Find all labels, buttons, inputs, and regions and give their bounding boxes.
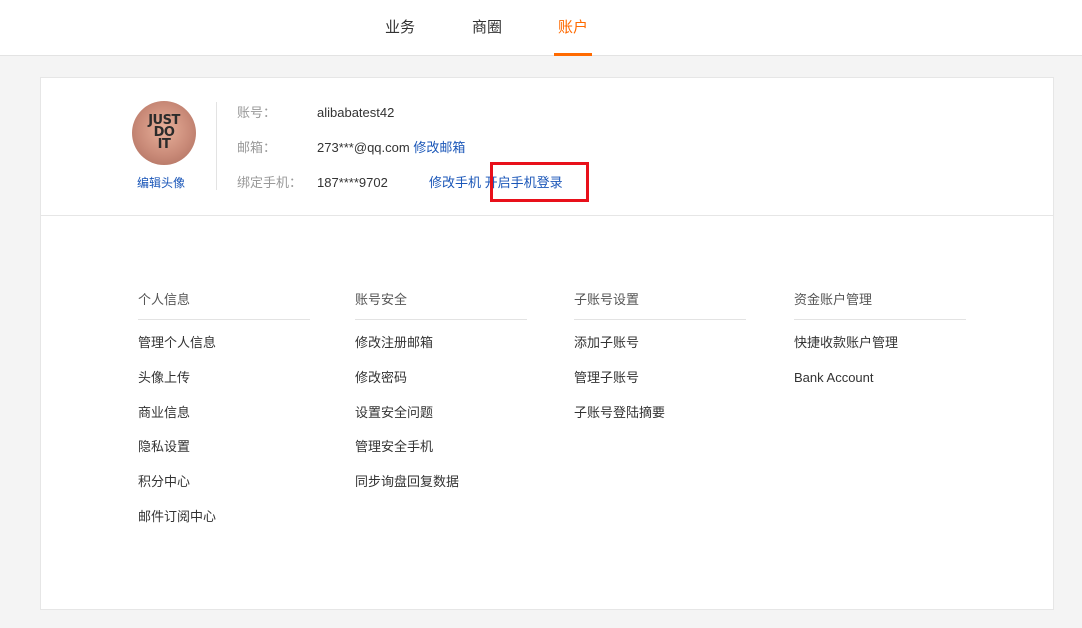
email-label: 邮箱： bbox=[237, 140, 277, 155]
account-row: 账号： alibabatest42 bbox=[237, 103, 394, 123]
divider bbox=[216, 102, 217, 190]
section-title: 个人信息 bbox=[138, 288, 310, 320]
menu-item-change-email[interactable]: 修改注册邮箱 bbox=[355, 326, 527, 361]
tab-business[interactable]: 业务 bbox=[385, 16, 415, 56]
menu-item-security-phone[interactable]: 管理安全手机 bbox=[355, 430, 527, 465]
section-title: 账号安全 bbox=[355, 288, 527, 320]
avatar[interactable]: JUST DO IT bbox=[132, 101, 196, 165]
menu-item-business-info[interactable]: 商业信息 bbox=[138, 396, 310, 431]
edit-avatar-link[interactable]: 编辑头像 bbox=[137, 174, 185, 191]
menu-item-manage-personal-info[interactable]: 管理个人信息 bbox=[138, 326, 310, 361]
menu-item-manage-sub-accounts[interactable]: 管理子账号 bbox=[574, 361, 746, 396]
menu-item-privacy-settings[interactable]: 隐私设置 bbox=[138, 430, 310, 465]
tab-business-circle[interactable]: 商圈 bbox=[472, 16, 502, 56]
section-sub-accounts: 子账号设置 添加子账号 管理子账号 子账号登陆摘要 bbox=[574, 288, 746, 430]
edit-phone-link[interactable]: 修改手机 bbox=[429, 175, 481, 190]
section-title: 资金账户管理 bbox=[794, 288, 966, 320]
menu-item-sub-account-login-summary[interactable]: 子账号登陆摘要 bbox=[574, 396, 746, 431]
section-title: 子账号设置 bbox=[574, 288, 746, 320]
section-account-security: 账号安全 修改注册邮箱 修改密码 设置安全问题 管理安全手机 同步询盘回复数据 bbox=[355, 288, 527, 500]
menu-item-avatar-upload[interactable]: 头像上传 bbox=[138, 361, 310, 396]
account-label: 账号： bbox=[237, 105, 277, 120]
menu-item-security-questions[interactable]: 设置安全问题 bbox=[355, 396, 527, 431]
menu-item-sync-inquiry[interactable]: 同步询盘回复数据 bbox=[355, 465, 527, 500]
tab-account[interactable]: 账户 bbox=[553, 16, 593, 56]
section-funds-account: 资金账户管理 快捷收款账户管理 Bank Account bbox=[794, 288, 966, 396]
edit-email-link[interactable]: 修改邮箱 bbox=[413, 140, 465, 155]
phone-value: 187****9702 bbox=[317, 175, 388, 190]
menu-item-quick-payment-account[interactable]: 快捷收款账户管理 bbox=[794, 326, 966, 361]
menu-item-bank-account[interactable]: Bank Account bbox=[794, 361, 966, 396]
phone-label: 绑定手机： bbox=[237, 175, 303, 190]
menu-item-points-center[interactable]: 积分中心 bbox=[138, 465, 310, 500]
menu-item-mail-subscription[interactable]: 邮件订阅中心 bbox=[138, 500, 310, 535]
highlight-box bbox=[490, 162, 589, 202]
account-card: JUST DO IT 编辑头像 账号： alibabatest42 邮箱： 273***… bbox=[40, 77, 1054, 610]
menu-item-change-password[interactable]: 修改密码 bbox=[355, 361, 527, 396]
account-value: alibabatest42 bbox=[317, 105, 395, 120]
top-navigation: 业务 商圈 账户 bbox=[0, 0, 1082, 56]
avatar-image: JUST DO IT bbox=[148, 113, 180, 152]
email-value: 273***@qq.com bbox=[317, 140, 410, 155]
email-row: 邮箱： 273***@qq.com 修改邮箱 bbox=[237, 138, 465, 158]
section-personal-info: 个人信息 管理个人信息 头像上传 商业信息 隐私设置 积分中心 邮件订阅中心 bbox=[138, 288, 310, 535]
menu-item-add-sub-account[interactable]: 添加子账号 bbox=[574, 326, 746, 361]
profile-section: JUST DO IT 编辑头像 账号： alibabatest42 邮箱： 273***… bbox=[41, 78, 1053, 216]
